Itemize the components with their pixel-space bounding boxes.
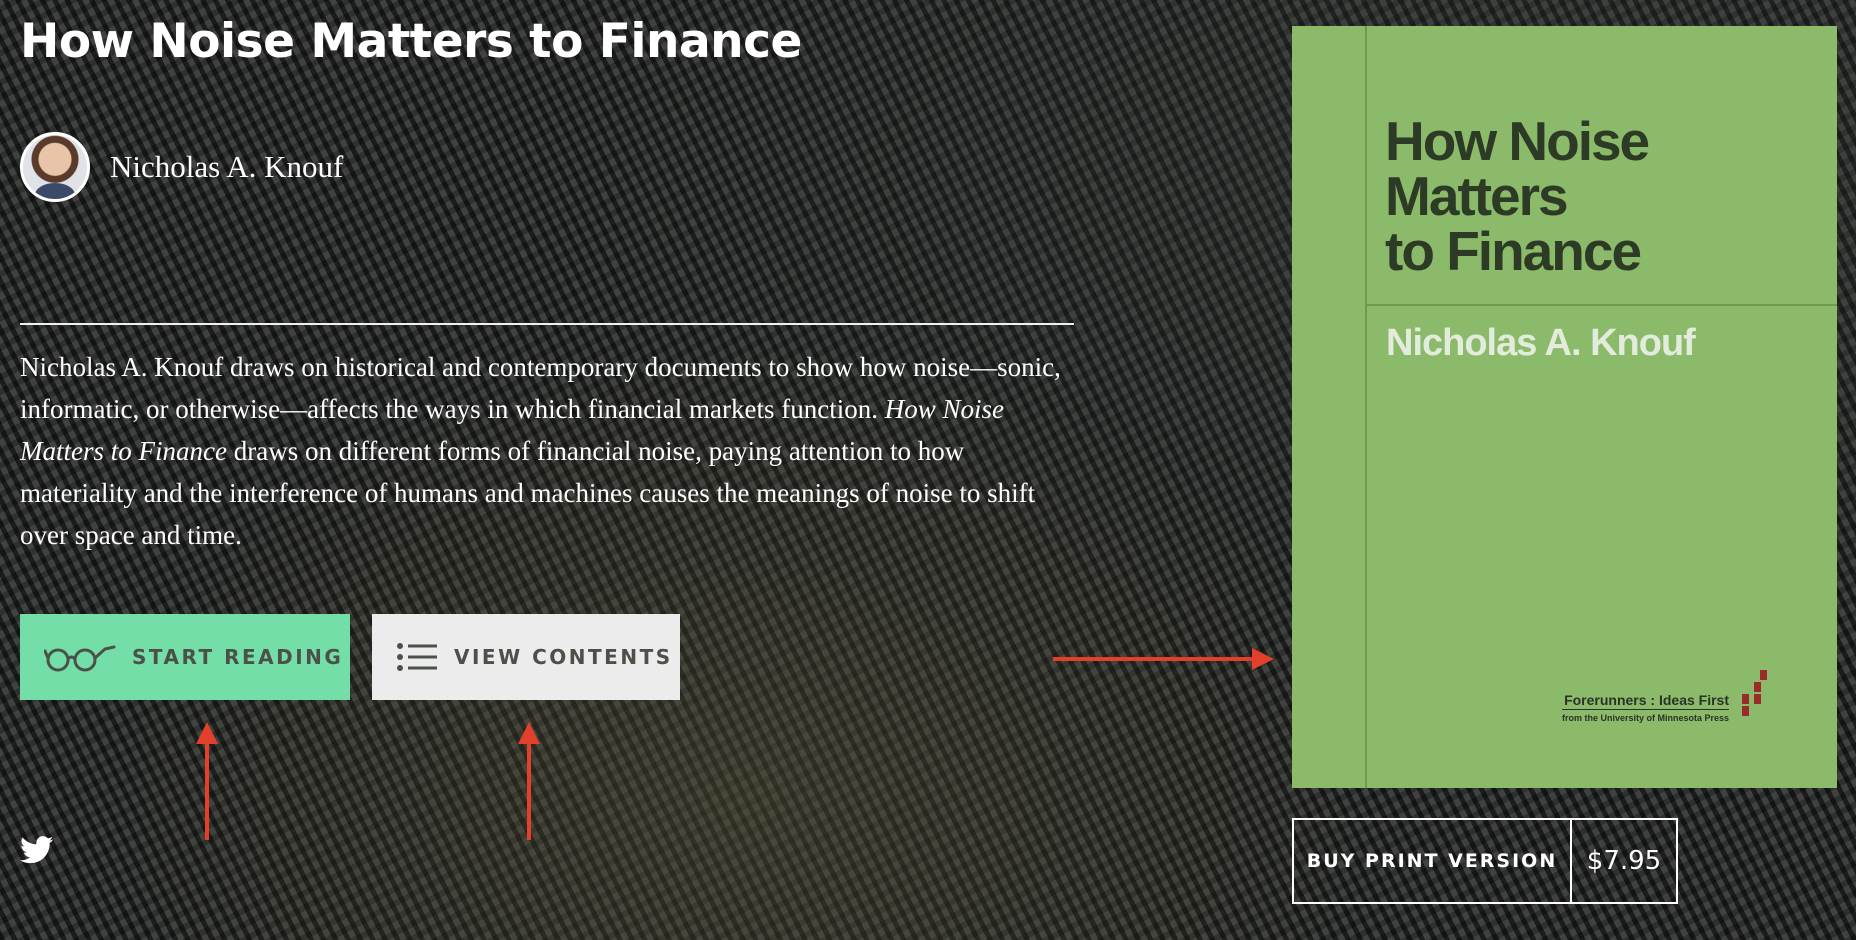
twitter-icon[interactable] — [20, 836, 54, 869]
annotation-arrowhead-cover — [1252, 648, 1274, 670]
cover-series: Forerunners : Ideas First from the Unive… — [1561, 692, 1729, 723]
book-description: Nicholas A. Knouf draws on historical an… — [20, 346, 1080, 556]
buy-print-label: BUY PRINT VERSION — [1294, 820, 1572, 902]
page-title: How Noise Matters to Finance — [20, 14, 802, 69]
cover-vertical-rule — [1365, 26, 1367, 788]
glasses-icon — [44, 639, 116, 675]
publisher-logo-icon — [1742, 670, 1767, 716]
divider — [20, 323, 1074, 325]
annotation-arrowhead-start-reading — [196, 722, 218, 744]
list-icon — [396, 643, 438, 671]
cover-series-subtitle: from the University of Minnesota Press — [1561, 713, 1729, 723]
annotation-arrow-view-contents — [527, 740, 531, 840]
view-contents-label: VIEW CONTENTS — [454, 645, 673, 669]
cover-series-name: Forerunners : Ideas First — [1561, 692, 1729, 710]
view-contents-button[interactable]: VIEW CONTENTS — [372, 614, 680, 700]
cover-author: Nicholas A. Knouf — [1386, 322, 1696, 364]
price: $7.95 — [1586, 846, 1662, 876]
annotation-arrow-start-reading — [205, 740, 209, 840]
author-name[interactable]: Nicholas A. Knouf — [110, 149, 343, 185]
cover-title: How Noise Matters to Finance — [1385, 110, 1650, 282]
book-cover[interactable]: How Noise Matters to Finance Nicholas A.… — [1292, 26, 1837, 788]
annotation-arrowhead-view-contents — [518, 722, 540, 744]
author-avatar[interactable] — [20, 132, 90, 202]
cover-horizontal-rule — [1365, 304, 1837, 306]
start-reading-label: START READING — [132, 645, 344, 669]
start-reading-button[interactable]: START READING — [20, 614, 350, 700]
annotation-arrow-cover — [1053, 657, 1253, 661]
author-row[interactable]: Nicholas A. Knouf — [20, 132, 343, 202]
buy-print-button[interactable]: BUY PRINT VERSION $7.95 — [1292, 818, 1678, 904]
